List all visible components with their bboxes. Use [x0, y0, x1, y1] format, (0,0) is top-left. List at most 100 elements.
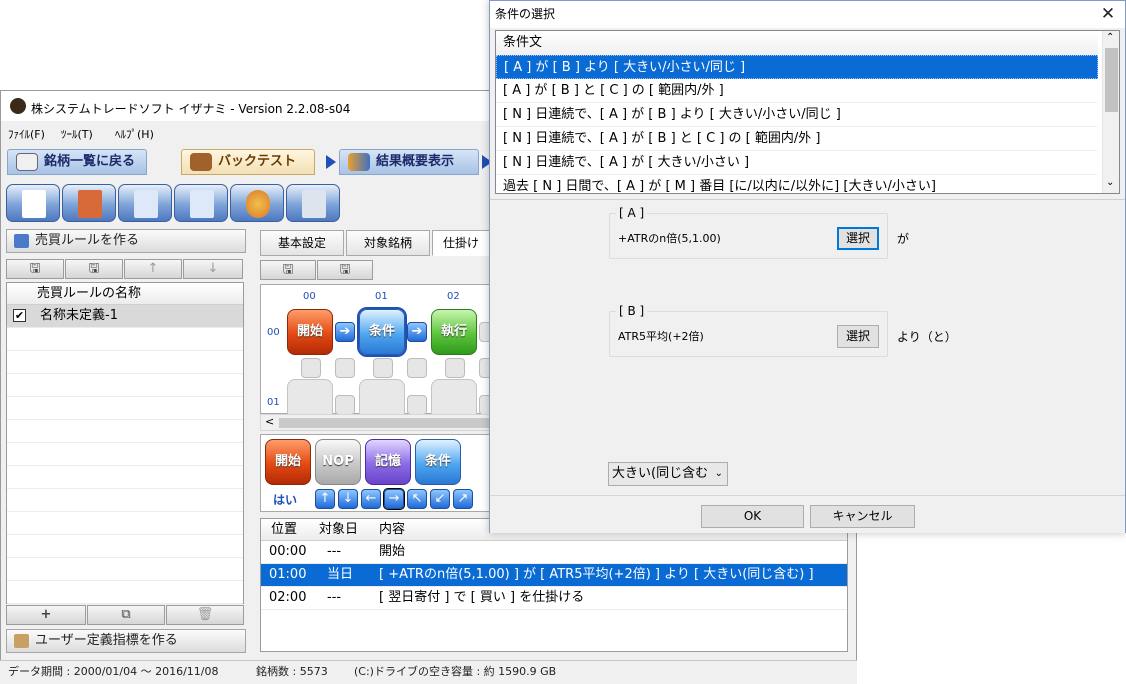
arrow-left-icon[interactable]: ←	[361, 489, 381, 509]
rule-list-row[interactable]: ✔ 名称未定義-1	[7, 305, 243, 328]
flow-load-button[interactable]: 🖫	[317, 260, 373, 280]
list-item[interactable]: 過去 [ N ] 日間で、[ A ] が [ M ] 番目 [に/以内に/以外に…	[496, 175, 1098, 193]
flow-start-box[interactable]: 開始	[287, 309, 333, 355]
import-icon	[190, 190, 214, 218]
step-pos: 00:00	[269, 544, 307, 559]
group-b-label: [ B ]	[616, 304, 648, 318]
empty-row	[7, 558, 243, 581]
empty-row	[7, 397, 243, 420]
ok-button[interactable]: OK	[701, 505, 804, 528]
palette-nop[interactable]: NOP	[315, 439, 361, 485]
dialog-footer: OK キャンセル	[490, 495, 1125, 533]
user-indicator-header[interactable]: ユーザー定義指標を作る	[6, 629, 246, 653]
add-rule-button[interactable]: +	[6, 605, 86, 625]
flow-hscrollbar[interactable]: <	[260, 414, 490, 431]
delete-rule-button[interactable]: 🗑	[166, 605, 244, 625]
main-window-title: 株システムトレードソフト イザナミ - Version 2.2.08-s04	[31, 102, 351, 116]
empty-slot[interactable]	[407, 395, 427, 415]
rule-name: 名称未定義-1	[40, 308, 118, 323]
cancel-button[interactable]: キャンセル	[810, 505, 915, 528]
arrow-upleft-icon[interactable]: ↖	[407, 489, 427, 509]
list-scroll-thumb[interactable]	[1105, 48, 1118, 112]
dialog-titlebar: 条件の選択	[490, 1, 1125, 28]
palette-memory[interactable]: 記憶	[365, 439, 411, 485]
copy-rule-button[interactable]: ⧉	[87, 605, 165, 625]
save-as-rule-button[interactable]: 🖫	[65, 259, 123, 279]
menu-help[interactable]: ﾍﾙﾌﾟ(H)	[115, 126, 154, 142]
make-rule-label: 売買ルールを作る	[35, 233, 140, 248]
palette-start[interactable]: 開始	[265, 439, 311, 485]
next-arrow-icon	[326, 155, 336, 169]
empty-row	[7, 420, 243, 443]
step-day: ---	[327, 544, 342, 559]
export-button[interactable]	[118, 184, 172, 222]
list-item[interactable]: [ N ] 日連続で、[ A ] が [ 大きい/小さい ]	[496, 151, 1098, 175]
chevron-down-icon: ⌄	[714, 468, 723, 479]
scroll-left-icon[interactable]: <	[265, 415, 274, 428]
list-item[interactable]: [ A ] が [ B ] と [ C ] の [ 範囲内/外 ]	[496, 79, 1098, 103]
list-item[interactable]: [ N ] 日連続で、[ A ] が [ B ] より [ 大きい/小さい/同じ…	[496, 103, 1098, 127]
empty-flow-slot[interactable]	[431, 379, 477, 415]
col-label: 01	[375, 291, 388, 302]
empty-slot[interactable]	[373, 358, 393, 378]
new-document-button[interactable]	[6, 184, 60, 222]
empty-flow-slot[interactable]	[359, 379, 405, 415]
menu-file[interactable]: ﾌｧｲﾙ(F)	[8, 126, 45, 142]
empty-row	[7, 351, 243, 374]
menu-tools[interactable]: ﾂｰﾙ(T)	[61, 126, 93, 142]
scroll-up-icon[interactable]: ⌃	[1106, 32, 1114, 43]
empty-flow-slot[interactable]	[287, 379, 333, 415]
list-vscrollbar[interactable]: ⌃ ⌄	[1102, 31, 1119, 193]
scroll-thumb[interactable]	[279, 418, 489, 428]
status-disk: (C:)ドライブの空き容量 : 約 1590.9 GB	[354, 665, 557, 678]
list-item-selected[interactable]: [ A ] が [ B ] より [ 大きい/小さい/同じ ]	[496, 55, 1098, 79]
arrow-down-icon[interactable]: ↓	[338, 489, 358, 509]
rule-checkbox[interactable]: ✔	[13, 309, 26, 322]
palette-button[interactable]	[230, 184, 284, 222]
compare-select[interactable]: 大きい(同じ含む ⌄	[608, 462, 728, 486]
flow-execute-box[interactable]: 執行	[431, 309, 477, 355]
flow-save-button[interactable]: 🖫	[260, 260, 316, 280]
arrow-up-icon[interactable]: ↑	[315, 489, 335, 509]
arrow-downleft-icon[interactable]: ↙	[430, 489, 450, 509]
tab-basic-settings[interactable]: 基本設定	[260, 230, 344, 256]
compare-value: 大きい(同じ含む	[612, 466, 709, 481]
select-a-button[interactable]: 選択	[837, 227, 879, 250]
step-row-selected[interactable]: 01:00 当日 [ +ATRのn倍(5,1.00) ] が [ ATR5平均(…	[261, 564, 847, 587]
tab-back-to-list[interactable]: 銘柄一覧に戻る	[7, 149, 147, 175]
empty-slot[interactable]	[335, 358, 355, 378]
empty-slot[interactable]	[301, 358, 321, 378]
move-down-button[interactable]: ↓	[183, 259, 243, 279]
tab-entry[interactable]: 仕掛け	[432, 230, 490, 256]
empty-slot[interactable]	[335, 395, 355, 415]
empty-slot[interactable]	[445, 358, 465, 378]
save-rule-button[interactable]: 🖫	[6, 259, 64, 279]
flow-condition-box[interactable]: 条件	[357, 307, 407, 357]
arrow-right-icon[interactable]: →	[383, 488, 405, 510]
move-up-button[interactable]: ↑	[124, 259, 182, 279]
settings-button[interactable]	[286, 184, 340, 222]
list-header: 条件文	[496, 31, 1098, 55]
tab-result-summary-label: 結果概要表示	[376, 154, 455, 169]
tab-target-stocks[interactable]: 対象銘柄	[346, 230, 430, 256]
user-icon	[14, 634, 29, 648]
select-b-button[interactable]: 選択	[837, 325, 879, 348]
eye-icon	[16, 153, 38, 171]
chart-icon	[348, 153, 370, 171]
tab-result-summary[interactable]: 結果概要表示	[339, 149, 479, 175]
empty-row	[7, 443, 243, 466]
empty-slot[interactable]	[407, 358, 427, 378]
open-button[interactable]	[62, 184, 116, 222]
close-icon[interactable]: ✕	[1097, 3, 1119, 25]
palette-condition[interactable]: 条件	[415, 439, 461, 485]
make-rule-header[interactable]: 売買ルールを作る	[6, 229, 246, 253]
scroll-down-icon[interactable]: ⌄	[1106, 177, 1114, 188]
list-item[interactable]: [ N ] 日連続で、[ A ] が [ B ] と [ C ] の [ 範囲内…	[496, 127, 1098, 151]
tab-backtest[interactable]: バックテスト	[181, 149, 315, 175]
step-row[interactable]: 02:00 --- [ 翌日寄付 ] で [ 買い ] を仕掛ける	[261, 587, 847, 610]
condition-listbox[interactable]: 条件文 [ A ] が [ B ] より [ 大きい/小さい/同じ ] [ A …	[495, 30, 1120, 194]
step-row[interactable]: 00:00 --- 開始	[261, 541, 847, 564]
import-button[interactable]	[174, 184, 228, 222]
arrow-upright-icon[interactable]: ↗	[453, 489, 473, 509]
group-b-value: ATR5平均(+2倍)	[618, 330, 704, 343]
